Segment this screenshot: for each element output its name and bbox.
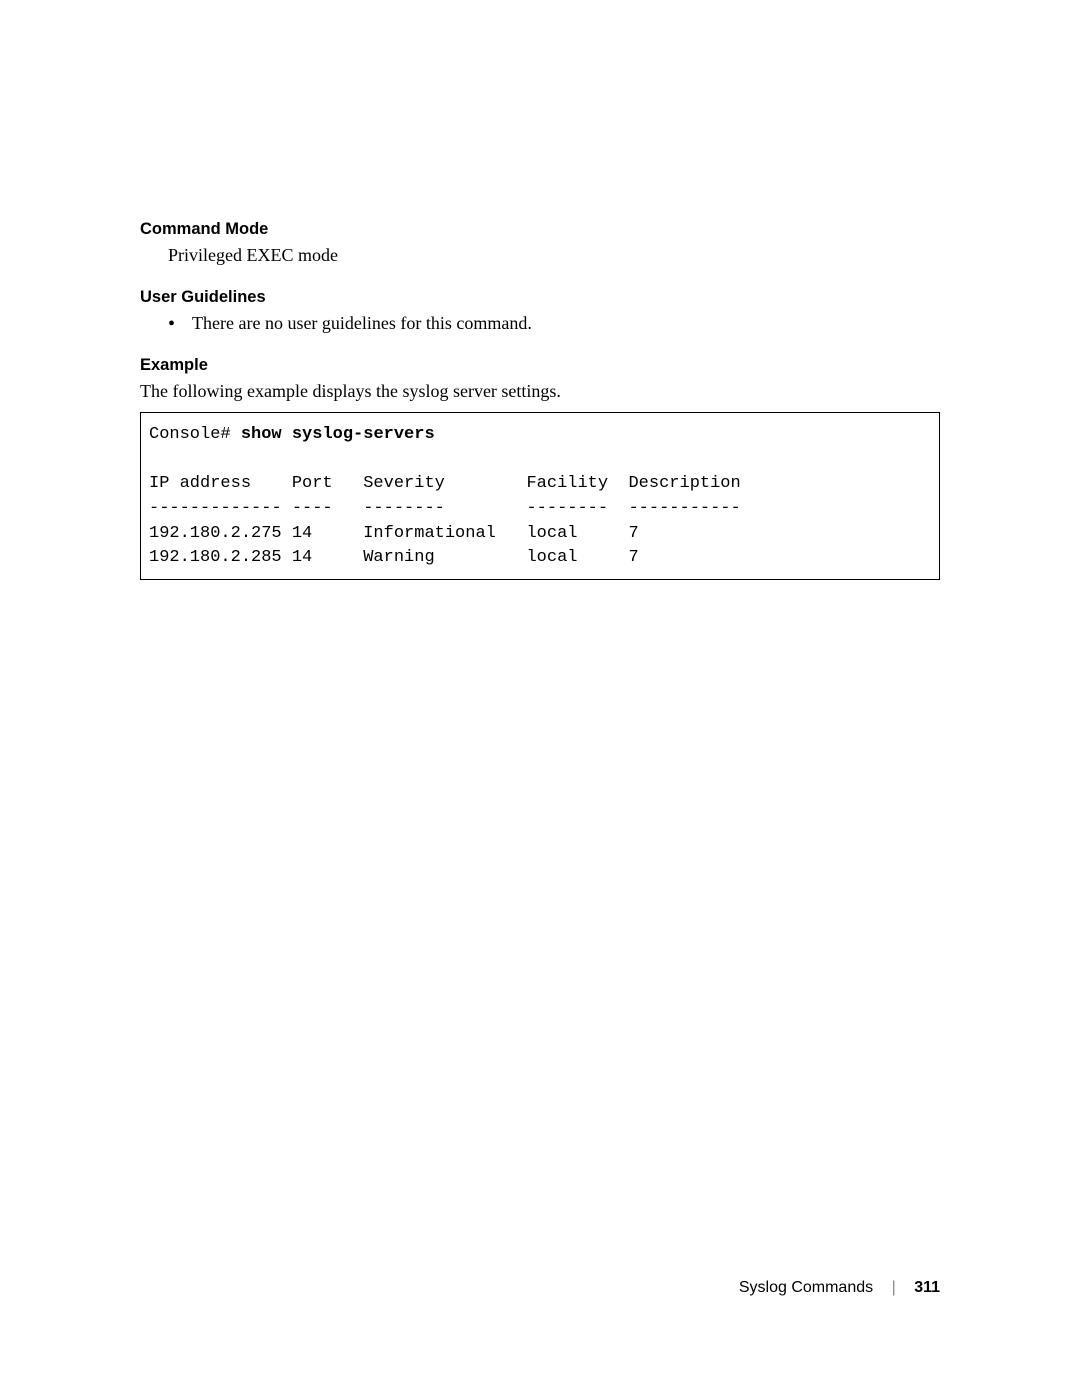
code-block: Console# show syslog-servers IP address … xyxy=(140,412,940,580)
page-content: Command Mode Privileged EXEC mode User G… xyxy=(140,220,940,598)
code-columns: IP address Port Severity Facility Descri… xyxy=(149,474,741,493)
heading-command-mode: Command Mode xyxy=(140,220,940,239)
code-divider: ------------- ---- -------- -------- ---… xyxy=(149,499,741,518)
section-example: Example The following example displays t… xyxy=(140,356,940,580)
footer-chapter: Syslog Commands xyxy=(739,1279,873,1296)
page-footer: Syslog Commands | 311 xyxy=(739,1279,940,1297)
heading-user-guidelines: User Guidelines xyxy=(140,288,940,307)
footer-separator: | xyxy=(892,1279,896,1296)
heading-example: Example xyxy=(140,356,940,375)
code-prompt: Console# xyxy=(149,425,241,444)
guidelines-list: There are no user guidelines for this co… xyxy=(140,313,940,334)
code-row: 192.180.2.285 14 Warning local 7 xyxy=(149,548,639,567)
footer-page-number: 311 xyxy=(914,1279,940,1296)
text-command-mode: Privileged EXEC mode xyxy=(140,245,940,266)
code-command: show syslog-servers xyxy=(241,425,435,444)
example-intro: The following example displays the syslo… xyxy=(140,381,940,402)
code-row: 192.180.2.275 14 Informational local 7 xyxy=(149,524,639,543)
guidelines-bullet: There are no user guidelines for this co… xyxy=(192,313,940,334)
section-command-mode: Command Mode Privileged EXEC mode xyxy=(140,220,940,266)
section-user-guidelines: User Guidelines There are no user guidel… xyxy=(140,288,940,334)
